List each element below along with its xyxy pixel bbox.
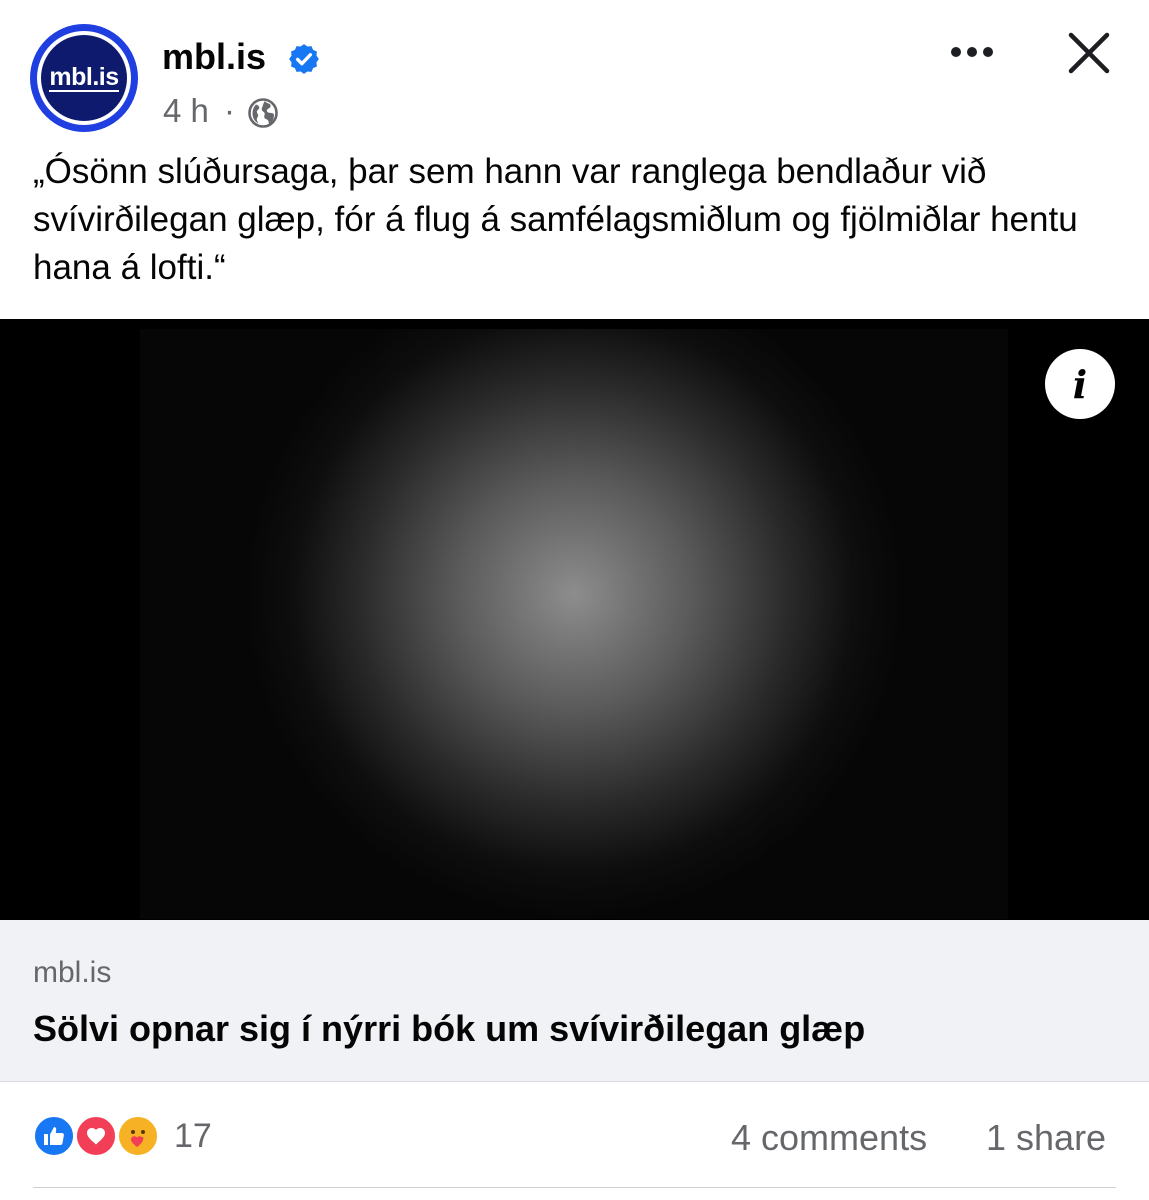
verified-badge-icon — [289, 44, 319, 74]
avatar-logo-text: mbl.is — [49, 63, 119, 92]
comments-count-link[interactable]: 4 comments — [731, 1117, 927, 1159]
post-image[interactable] — [0, 319, 1149, 920]
info-icon[interactable]: i — [1045, 349, 1115, 419]
post-header: mbl.is mbl.is 4 h · — [0, 0, 1149, 145]
avatar-logo: mbl.is — [41, 35, 127, 121]
portrait-photo — [140, 329, 1008, 919]
link-domain: mbl.is — [33, 956, 112, 989]
post-caption: „Ósönn slúðursaga, þar sem hann var rang… — [33, 152, 1078, 287]
page-avatar[interactable]: mbl.is — [30, 24, 138, 132]
care-icon — [116, 1114, 160, 1158]
reaction-count[interactable]: 17 — [174, 1117, 212, 1156]
like-icon — [32, 1114, 76, 1158]
avatar-ring: mbl.is — [37, 31, 131, 125]
footer-divider — [33, 1187, 1116, 1188]
page-name-link[interactable]: mbl.is — [162, 36, 266, 78]
reactions-summary[interactable] — [32, 1114, 172, 1158]
link-preview-card[interactable]: mbl.is Sölvi opnar sig í nýrri bók um sv… — [0, 920, 1149, 1082]
love-icon — [74, 1114, 118, 1158]
globe-icon — [248, 98, 278, 128]
close-icon[interactable] — [1066, 30, 1112, 76]
shares-count-link[interactable]: 1 share — [986, 1117, 1106, 1159]
post-timestamp[interactable]: 4 h — [163, 92, 209, 130]
meta-separator: · — [224, 92, 235, 129]
more-options-icon[interactable] — [946, 34, 998, 70]
link-title: Sölvi opnar sig í nýrri bók um svívirðil… — [33, 1008, 866, 1049]
